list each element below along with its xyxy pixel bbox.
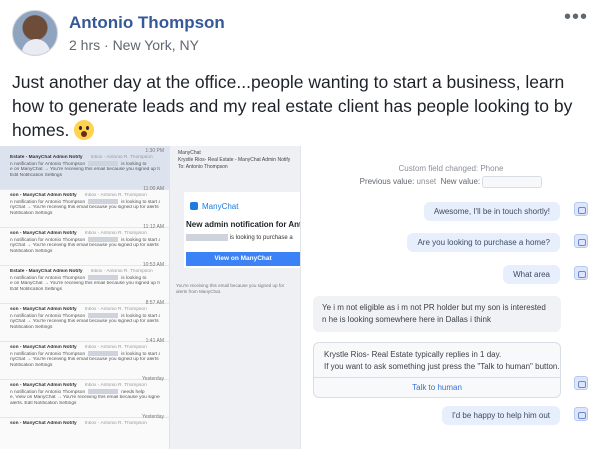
field-values: Previous value: unset New value:	[301, 176, 600, 188]
auto-reply-line: Krystle Rios- Real Estate typically repl…	[324, 350, 502, 359]
email-snippet: Edit Notification Settings	[10, 287, 62, 292]
email-to: To: Antonio Thompson	[178, 164, 228, 170]
redacted-field	[482, 176, 543, 188]
email-folder-tag: Inbox - Antonio R. Thompson	[84, 383, 147, 388]
email-sender: Estate - ManyChat Admin Notify	[10, 155, 83, 160]
email-folder-tag: Inbox - Antonio R. Thompson	[84, 421, 147, 426]
redacted-name	[88, 199, 119, 204]
email-card: ManyChat New admin notification for Anto…	[184, 192, 300, 268]
email-time: 1:41 AM	[145, 338, 164, 344]
email-inbox-list: 1:30 PM Estate - ManyChat Admin Notify Inb…	[0, 146, 170, 449]
email-time: 10:53 AM	[142, 262, 164, 268]
new-value-label: New value:	[440, 177, 481, 187]
email-folder-tag: Inbox - Antonio R. Thompson	[84, 193, 147, 198]
redacted-name	[186, 234, 228, 241]
email-footer: You're receiving this email because you …	[176, 283, 285, 294]
email-sender-brand: ManyChat	[178, 150, 201, 156]
email-body-text: is looking to purchase a	[229, 235, 293, 242]
message-out: What area	[503, 265, 560, 284]
view-on-manychat-button[interactable]: View on ManyChat	[186, 252, 300, 266]
message-out: Are you looking to purchase a home?	[407, 233, 560, 252]
post-meta: 2 hrs · New York, NY	[69, 37, 199, 53]
email-snippet: Notification Settings	[10, 211, 53, 216]
email-time: 1:30 PM	[145, 148, 164, 154]
email-time: 11:12 AM	[143, 224, 164, 230]
email-snippet: Edit Notification Settings	[10, 173, 62, 178]
message-out: Awesome, I'll be in touch shortly!	[423, 202, 560, 221]
email-sender: son - ManyChat Admin Notify	[10, 193, 77, 198]
chat-window: Custom field changed: Phone Previous val…	[300, 146, 600, 449]
email-snippet: Notification Settings	[10, 249, 53, 254]
email-snippet: alerts. Edit Notification Settings	[10, 401, 77, 406]
bot-icon	[574, 407, 588, 421]
email-folder-tag: Inbox - Antonio R. Thompson	[84, 231, 147, 236]
auto-reply-line: If you want to ask something just press …	[324, 362, 560, 371]
redacted-name	[88, 161, 119, 166]
email-title: New admin notification for Anto	[186, 220, 300, 229]
bot-icon	[574, 266, 588, 280]
email-folder-tag: Inbox - Antonio R. Thompson	[84, 307, 147, 312]
bot-icon	[574, 376, 588, 390]
redacted-name	[88, 351, 119, 356]
redacted-name	[88, 275, 119, 280]
email-folder-tag: Inbox - Antonio R. Thompson	[90, 155, 153, 160]
email-list-item[interactable]: Yesterday son - ManyChat Admin Notify Inbo…	[0, 412, 169, 449]
email-sender: son - ManyChat Admin Notify	[10, 307, 77, 312]
bot-icon	[574, 202, 588, 216]
post-text: Just another day at the office...people …	[12, 70, 588, 142]
email-folder-tag: Inbox - Antonio R. Thompson	[84, 345, 147, 350]
email-line: son - ManyChat Admin Notify Inbox - Anton…	[10, 421, 160, 427]
email-sender: son - ManyChat Admin Notify	[10, 345, 77, 350]
custom-field-changed: Custom field changed: Phone	[398, 164, 504, 173]
message-out: I'd be happy to help him out	[441, 406, 560, 425]
email-header: ManyChat Krystle Rios- Real Estate - Man…	[178, 150, 290, 171]
email-snippet: Notification Settings	[10, 325, 53, 330]
previous-value: unset	[416, 177, 437, 187]
redacted-name	[88, 389, 119, 394]
talk-to-human-button[interactable]: Talk to human	[314, 377, 560, 397]
auto-reply-text: Krystle Rios- Real Estate typically repl…	[324, 349, 560, 373]
email-time: 11:00 AM	[143, 186, 164, 192]
more-options-icon[interactable]: •••	[564, 6, 588, 29]
email-sender: son - ManyChat Admin Notify	[10, 383, 77, 388]
email-body: is looking to purchase a	[186, 234, 293, 241]
email-time: 8:57 AM	[145, 300, 164, 306]
post-photo[interactable]: 1:30 PM Estate - ManyChat Admin Notify Inb…	[0, 146, 600, 449]
email-sender: son - ManyChat Admin Notify	[10, 231, 77, 236]
email-folder-tag: Inbox - Antonio R. Thompson	[90, 269, 153, 274]
email-time: Yesterday	[141, 376, 164, 382]
email-preview-pane: ManyChat Krystle Rios- Real Estate - Man…	[170, 146, 300, 449]
post-header: Antonio Thompson 2 hrs · New York, NY ••…	[12, 6, 588, 58]
email-sender: son - ManyChat Admin Notify	[10, 421, 77, 426]
screaming-face-icon	[74, 120, 95, 140]
redacted-name	[88, 313, 119, 318]
author-name[interactable]: Antonio Thompson	[69, 13, 225, 33]
avatar[interactable]	[12, 10, 58, 56]
email-time: Yesterday	[141, 414, 164, 420]
post-body: Just another day at the office...people …	[12, 72, 573, 140]
email-snippet: Notification Settings	[10, 363, 53, 368]
previous-value-label: Previous value:	[359, 177, 415, 187]
redacted-name	[88, 237, 119, 242]
email-from: Krystle Rios- Real Estate - ManyChat Adm…	[178, 157, 291, 163]
bot-icon	[574, 234, 588, 248]
message-in: Ye i m not eligible as i m not PR holder…	[313, 296, 561, 332]
manychat-logo: ManyChat	[190, 202, 238, 211]
email-sender: Estate - ManyChat Admin Notify	[10, 269, 83, 274]
auto-reply-card: Krystle Rios- Real Estate typically repl…	[313, 342, 561, 398]
